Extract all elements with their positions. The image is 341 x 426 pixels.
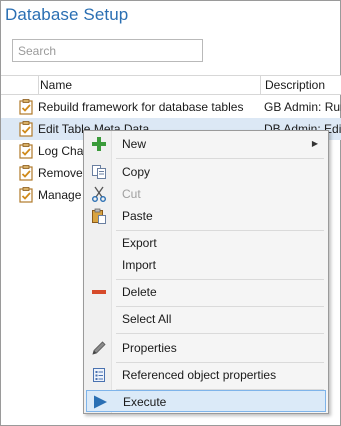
- menu-item-export[interactable]: Export: [86, 232, 326, 254]
- row-description: GB Admin: Rur: [264, 100, 341, 114]
- checklist-icon: [19, 165, 33, 181]
- paste-icon: [92, 208, 106, 224]
- menu-separator: [116, 306, 324, 307]
- checklist-icon: [19, 99, 33, 115]
- menu-item-label: Import: [122, 258, 157, 272]
- checklist-icon: [19, 187, 33, 203]
- menu-item-delete[interactable]: Delete: [86, 281, 326, 303]
- row-name: Manage: [38, 188, 82, 202]
- menu-separator: [116, 230, 324, 231]
- menu-item-cut[interactable]: Cut: [86, 183, 326, 205]
- list-header: Name Description: [1, 75, 341, 95]
- menu-item-label: Delete: [122, 285, 157, 299]
- menu-item-label: Execute: [123, 395, 167, 409]
- column-header-description[interactable]: Description: [260, 76, 341, 94]
- menu-item-label: Paste: [122, 209, 153, 223]
- submenu-arrow-icon: ▶: [311, 139, 318, 148]
- menu-separator: [116, 333, 324, 334]
- menu-separator: [116, 158, 324, 159]
- menu-item-label: Copy: [122, 165, 151, 179]
- list-row[interactable]: Rebuild framework for database tables GB…: [1, 96, 341, 118]
- menu-item-properties[interactable]: Properties: [86, 337, 326, 359]
- row-name: Log Cha: [38, 144, 84, 158]
- menu-item-import[interactable]: Import: [86, 254, 326, 276]
- context-menu: New ▶ Copy Cut Paste Export Import Delet…: [83, 130, 329, 414]
- menu-item-label: Export: [122, 236, 157, 250]
- pencil-icon: [92, 341, 106, 355]
- menu-item-paste[interactable]: Paste: [86, 205, 326, 227]
- database-setup-window: Database Setup Name Description Rebuild …: [0, 0, 341, 426]
- menu-item-new[interactable]: New ▶: [86, 133, 326, 155]
- menu-item-execute[interactable]: Execute: [86, 390, 326, 412]
- minus-icon: [92, 290, 106, 294]
- search-input[interactable]: [18, 44, 197, 58]
- copy-icon: [92, 165, 106, 179]
- menu-item-label: Cut: [122, 187, 141, 201]
- column-header-name[interactable]: Name: [38, 76, 260, 94]
- checklist-icon: [19, 143, 33, 159]
- row-name: Rebuild framework for database tables: [38, 100, 244, 114]
- scissors-icon: [92, 186, 106, 202]
- menu-item-label: Select All: [122, 312, 172, 326]
- menu-item-referenced-object-properties[interactable]: Referenced object properties: [86, 364, 326, 386]
- menu-item-label: New: [122, 137, 147, 151]
- menu-item-copy[interactable]: Copy: [86, 161, 326, 183]
- menu-item-label: Referenced object properties: [122, 368, 277, 382]
- checklist-icon: [19, 121, 33, 137]
- document-list-icon: [93, 368, 105, 382]
- plus-icon: [92, 137, 106, 151]
- menu-item-select-all[interactable]: Select All: [86, 308, 326, 330]
- menu-item-label: Properties: [122, 341, 177, 355]
- row-name: Remove: [38, 166, 83, 180]
- window-title: Database Setup: [5, 5, 129, 24]
- menu-separator: [116, 279, 324, 280]
- search-box[interactable]: [12, 39, 203, 62]
- play-icon: [94, 395, 107, 409]
- menu-separator: [116, 362, 324, 363]
